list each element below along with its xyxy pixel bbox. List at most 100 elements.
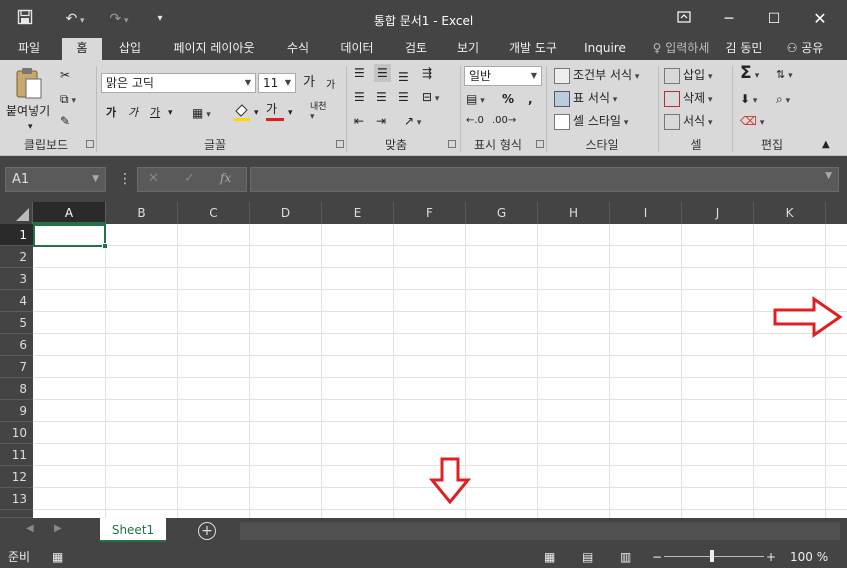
font-name-select[interactable]: 맑은 고딕 ▼: [101, 73, 256, 93]
conditional-formatting-button[interactable]: 조건부 서식 ▾: [554, 66, 639, 86]
align-right-icon[interactable]: ☰: [398, 88, 409, 106]
zoom-slider-track[interactable]: [664, 556, 764, 557]
active-cell-a1[interactable]: [33, 224, 106, 247]
decrease-decimal-icon[interactable]: .00→: [492, 112, 516, 130]
zoom-in-icon[interactable]: +: [766, 549, 776, 565]
number-format-select[interactable]: 일반 ▼: [464, 66, 542, 86]
insert-function-button[interactable]: fx: [220, 171, 231, 185]
column-header[interactable]: A: [33, 202, 106, 224]
column-header[interactable]: I: [610, 202, 682, 224]
zoom-level[interactable]: 100 %: [790, 549, 828, 565]
expand-formula-icon[interactable]: ▼: [825, 171, 832, 181]
format-painter-icon[interactable]: ✎: [60, 112, 70, 130]
zoom-out-icon[interactable]: −: [652, 549, 662, 565]
font-launcher-icon[interactable]: [336, 140, 344, 148]
cell-styles-button[interactable]: 셀 스타일 ▾: [554, 112, 628, 132]
font-size-select[interactable]: 11 ▼: [258, 73, 296, 93]
tab-data[interactable]: 데이터: [332, 38, 382, 60]
column-header[interactable]: G: [466, 202, 538, 224]
row-header[interactable]: 8: [0, 378, 33, 400]
row-header[interactable]: 5: [0, 312, 33, 334]
find-select-icon[interactable]: ⌕ ▾: [776, 90, 790, 110]
row-header-partial[interactable]: [0, 510, 33, 518]
add-sheet-icon[interactable]: +: [198, 522, 216, 540]
column-header[interactable]: J: [682, 202, 754, 224]
font-grow-button[interactable]: 가: [303, 74, 315, 92]
row-header[interactable]: 4: [0, 290, 33, 312]
row-header[interactable]: 9: [0, 400, 33, 422]
merge-center-icon[interactable]: ⊟ ▾: [422, 88, 439, 108]
align-bottom-icon[interactable]: ☰: [398, 68, 409, 86]
column-header[interactable]: F: [394, 202, 466, 224]
row-header[interactable]: 2: [0, 246, 33, 268]
column-header[interactable]: C: [178, 202, 250, 224]
column-header[interactable]: B: [106, 202, 178, 224]
insert-cells-button[interactable]: 삽입 ▾: [664, 66, 712, 86]
percent-style-button[interactable]: %: [502, 90, 514, 108]
row-header[interactable]: 13: [0, 488, 33, 510]
row-header[interactable]: 3: [0, 268, 33, 290]
sheet-tab-sheet1[interactable]: Sheet1: [100, 518, 166, 542]
row-header[interactable]: 12: [0, 466, 33, 488]
tab-home[interactable]: 홈: [62, 38, 102, 60]
align-top-icon[interactable]: ☰: [354, 64, 365, 82]
column-header[interactable]: E: [322, 202, 394, 224]
column-header[interactable]: H: [538, 202, 610, 224]
tab-file[interactable]: 파일: [8, 38, 50, 60]
italic-button[interactable]: 가: [128, 104, 138, 122]
cancel-icon[interactable]: ✕: [148, 171, 159, 186]
tab-review[interactable]: 검토: [396, 38, 436, 60]
font-color-dropdown-icon[interactable]: ▾: [288, 104, 293, 122]
fill-color-dropdown-icon[interactable]: ▾: [254, 104, 259, 122]
macro-record-icon[interactable]: ▦: [52, 549, 63, 565]
zoom-slider-thumb[interactable]: [710, 550, 714, 562]
page-break-view-icon[interactable]: ▥: [620, 549, 631, 565]
share-button[interactable]: ⚇ 공유: [778, 38, 832, 60]
scroll-left-icon[interactable]: ◀: [26, 523, 34, 534]
tab-developer[interactable]: 개발 도구: [500, 38, 566, 60]
font-color-button[interactable]: 가: [266, 100, 284, 121]
tab-insert[interactable]: 삽입: [110, 38, 150, 60]
fill-handle[interactable]: [102, 243, 108, 249]
increase-indent-icon[interactable]: ⇥: [376, 112, 386, 130]
increase-decimal-icon[interactable]: ←.0: [466, 112, 484, 130]
normal-view-icon[interactable]: ▦: [544, 549, 555, 565]
collapse-ribbon-icon[interactable]: ▲: [822, 136, 830, 154]
copy-icon[interactable]: ⧉ ▾: [60, 90, 76, 110]
maximize-button[interactable]: ☐: [760, 8, 788, 30]
row-header[interactable]: 10: [0, 422, 33, 444]
tab-page-layout[interactable]: 페이지 레이아웃: [164, 38, 264, 60]
row-header[interactable]: 6: [0, 334, 33, 356]
wrap-text-icon[interactable]: ⇶: [422, 64, 432, 82]
sort-filter-icon[interactable]: ⇅ ▾: [776, 66, 793, 85]
comma-style-button[interactable]: ,: [528, 90, 533, 108]
page-layout-view-icon[interactable]: ▤: [582, 549, 593, 565]
phonetic-button[interactable]: 내천 ▾: [310, 102, 327, 122]
cut-icon[interactable]: ✂: [60, 66, 70, 84]
alignment-launcher-icon[interactable]: [448, 140, 456, 148]
user-name[interactable]: 김 동민: [720, 38, 768, 60]
tell-me-box[interactable]: ♀ 입력하세: [644, 38, 718, 60]
name-box[interactable]: A1 ▼: [5, 167, 106, 192]
ribbon-display-options-icon[interactable]: [670, 8, 698, 30]
autosum-icon[interactable]: Σ ▾: [740, 64, 759, 85]
decrease-indent-icon[interactable]: ⇤: [354, 112, 364, 130]
bold-button[interactable]: 가: [106, 104, 116, 122]
clipboard-launcher-icon[interactable]: [86, 140, 94, 148]
underline-dropdown-icon[interactable]: ▾: [168, 104, 173, 122]
fill-color-icon[interactable]: [232, 102, 252, 127]
format-cells-button[interactable]: 서식 ▾: [664, 112, 712, 132]
paste-icon[interactable]: [14, 66, 48, 102]
delete-cells-button[interactable]: 삭제 ▾: [664, 89, 712, 109]
align-center-icon[interactable]: ☰: [376, 88, 387, 106]
number-launcher-icon[interactable]: [536, 140, 544, 148]
fill-icon[interactable]: ⬇ ▾: [740, 90, 757, 110]
paste-dropdown-icon[interactable]: ▾: [28, 118, 33, 136]
underline-button[interactable]: 가: [150, 104, 160, 122]
column-header[interactable]: K: [754, 202, 826, 224]
minimize-button[interactable]: ─: [715, 8, 743, 30]
close-button[interactable]: ✕: [806, 8, 834, 30]
tab-formulas[interactable]: 수식: [278, 38, 318, 60]
scroll-right-icon[interactable]: ▶: [54, 523, 62, 534]
row-header[interactable]: 7: [0, 356, 33, 378]
